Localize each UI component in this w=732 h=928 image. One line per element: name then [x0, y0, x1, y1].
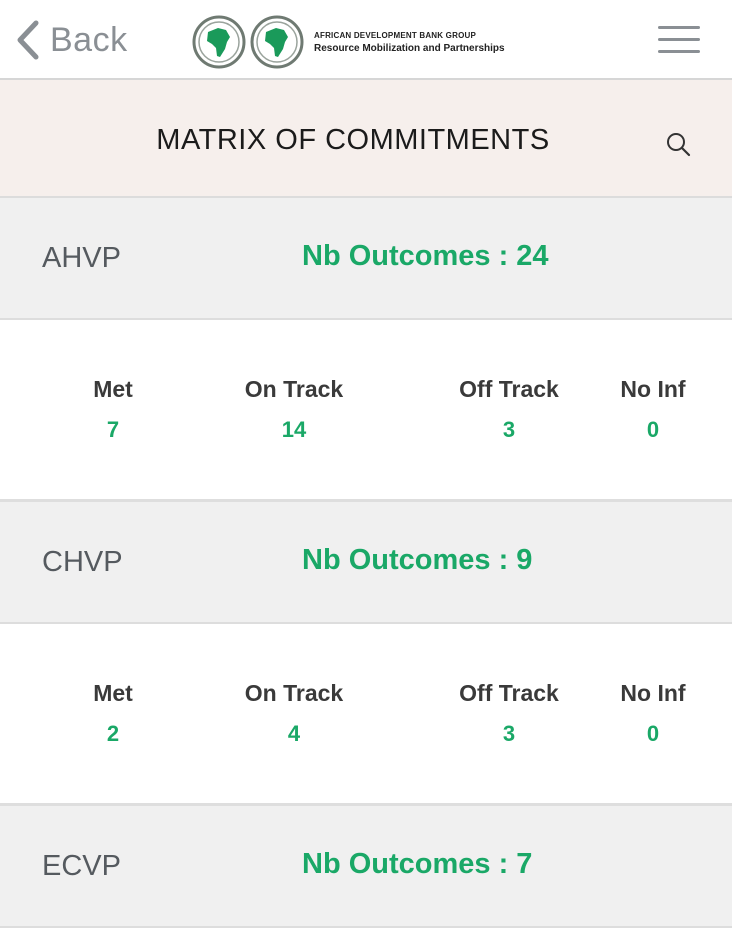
stat-label: No Inf: [620, 680, 686, 706]
stat-no-inf: No Inf 0: [606, 680, 700, 747]
stat-label: Off Track: [459, 680, 559, 706]
stat-label: Met: [93, 680, 133, 706]
search-icon[interactable]: [664, 130, 692, 158]
stat-on-track: On Track 14: [234, 376, 354, 443]
stat-label: Off Track: [459, 376, 559, 402]
back-label: Back: [50, 20, 128, 59]
section-header-ecvp[interactable]: ECVP Nb Outcomes : 7: [0, 806, 732, 928]
stat-off-track: Off Track 3: [448, 376, 570, 443]
section-name: AHVP: [42, 242, 121, 274]
outcomes-count: Nb Outcomes : 9: [302, 544, 533, 576]
stat-off-track: Off Track 3: [448, 680, 570, 747]
top-nav-bar: Back AFRICAN DEVELOPMENT BANK GROUP Reso…: [0, 0, 732, 80]
outcomes-count: Nb Outcomes : 7: [302, 848, 533, 880]
stat-value: 0: [646, 721, 660, 746]
stat-on-track: On Track 4: [234, 680, 354, 747]
page-header: MATRIX OF COMMITMENTS: [0, 80, 732, 198]
logo-org-name: AFRICAN DEVELOPMENT BANK GROUP: [314, 30, 477, 40]
stat-value: 4: [287, 721, 301, 746]
section-stats-chvp: Met 2 On Track 4 Off Track 3 No Inf 0: [0, 624, 732, 806]
chevron-left-icon: [17, 20, 39, 60]
stat-value: 3: [502, 721, 516, 746]
outcomes-count: Nb Outcomes : 24: [302, 240, 549, 272]
africa-emblem-icon: [192, 15, 246, 69]
section-header-chvp[interactable]: CHVP Nb Outcomes : 9: [0, 502, 732, 624]
page-title: MATRIX OF COMMITMENTS: [156, 124, 550, 156]
stat-value: 2: [106, 721, 120, 746]
logo-text: AFRICAN DEVELOPMENT BANK GROUP Resource …: [314, 31, 505, 54]
afdb-logo: AFRICAN DEVELOPMENT BANK GROUP Resource …: [192, 14, 505, 70]
stat-value: 0: [646, 417, 660, 442]
stat-label: Met: [93, 376, 133, 402]
stat-value: 14: [281, 417, 307, 442]
logo-department: Resource Mobilization and Partnerships: [314, 42, 505, 54]
stat-met: Met 7: [70, 376, 156, 443]
section-header-ahvp[interactable]: AHVP Nb Outcomes : 24: [0, 198, 732, 320]
stat-label: On Track: [244, 680, 344, 706]
section-name: ECVP: [42, 850, 121, 882]
stat-met: Met 2: [70, 680, 156, 747]
section-name: CHVP: [42, 546, 123, 578]
section-stats-ahvp: Met 7 On Track 14 Off Track 3 No Inf 0: [0, 320, 732, 502]
stat-value: 7: [106, 417, 120, 442]
stat-label: On Track: [244, 376, 344, 402]
hamburger-menu-icon[interactable]: [658, 26, 700, 54]
africa-emblem-icon: [250, 15, 304, 69]
stat-label: No Inf: [620, 376, 686, 402]
stat-no-inf: No Inf 0: [606, 376, 700, 443]
stat-value: 3: [502, 417, 516, 442]
back-button[interactable]: Back: [16, 18, 128, 62]
